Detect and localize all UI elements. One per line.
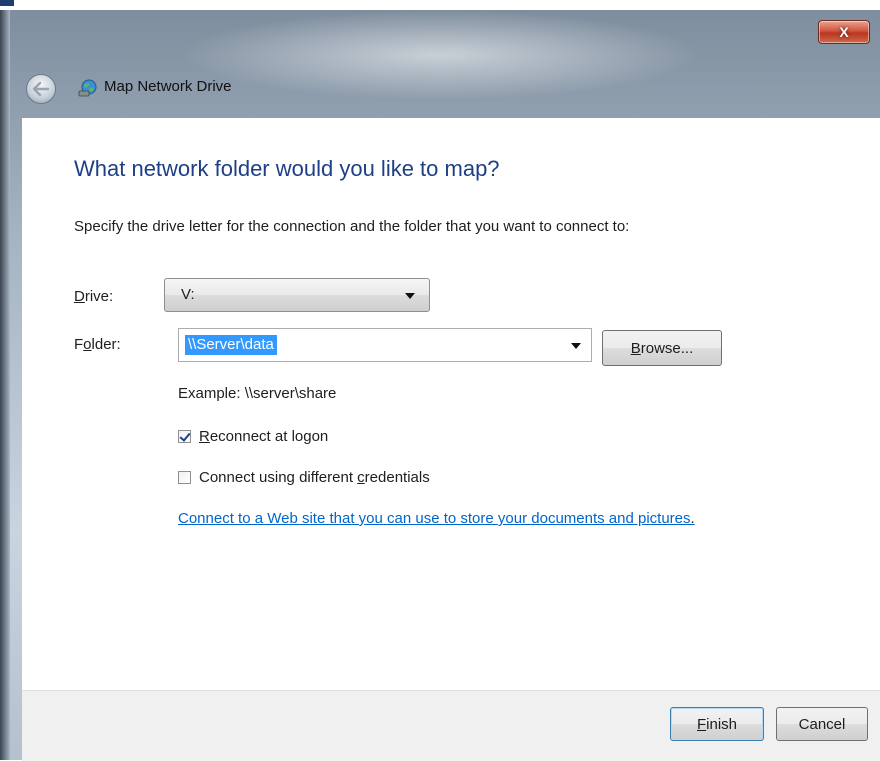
page-heading: What network folder would you like to ma…: [74, 156, 500, 181]
finish-button[interactable]: Finish: [670, 707, 764, 741]
instruction-text: Specify the drive letter for the connect…: [74, 218, 630, 235]
back-button[interactable]: [26, 74, 56, 104]
folder-input[interactable]: \\Server\data: [178, 328, 592, 362]
cancel-button[interactable]: Cancel: [776, 707, 868, 741]
drive-select[interactable]: V:: [164, 278, 430, 312]
window-left-edge: [0, 0, 10, 760]
reconnect-checkbox-row[interactable]: Reconnect at logon: [178, 428, 328, 445]
credentials-checkbox[interactable]: [178, 471, 191, 484]
folder-label: Folder:: [74, 336, 121, 353]
reconnect-label: Reconnect at logon: [199, 428, 329, 445]
content-panel: What network folder would you like to ma…: [22, 118, 880, 690]
dialog-footer: Finish Cancel: [22, 690, 880, 761]
window-title: Map Network Drive: [104, 78, 232, 95]
finish-button-label: inish: [706, 715, 738, 733]
drive-label: Drive:: [74, 288, 114, 305]
corner-accent: [0, 0, 14, 6]
cancel-button-label: Cancel: [798, 715, 846, 733]
browse-button[interactable]: Browse...: [602, 330, 722, 366]
back-arrow-icon: [33, 82, 49, 96]
folder-input-value: \\Server\data: [185, 335, 277, 355]
network-drive-icon: [78, 79, 97, 97]
reconnect-checkbox[interactable]: [178, 430, 191, 443]
chevron-down-icon: [405, 293, 415, 299]
window-top-border: [0, 0, 880, 10]
chevron-down-icon[interactable]: [571, 343, 581, 349]
browse-button-mnemonic: B: [630, 339, 641, 357]
example-text: Example: \\server\share: [178, 385, 337, 402]
finish-button-mnemonic: F: [696, 715, 707, 733]
credentials-checkbox-row[interactable]: Connect using different credentials: [178, 469, 430, 486]
drive-select-value: V:: [181, 286, 195, 303]
credentials-label: Connect using different credentials: [199, 469, 430, 486]
browse-button-label: rowse...: [640, 339, 694, 357]
frame-glow: [180, 10, 700, 100]
close-icon: X: [839, 24, 849, 40]
web-site-link[interactable]: Connect to a Web site that you can use t…: [178, 510, 695, 527]
close-button[interactable]: X: [818, 20, 870, 44]
